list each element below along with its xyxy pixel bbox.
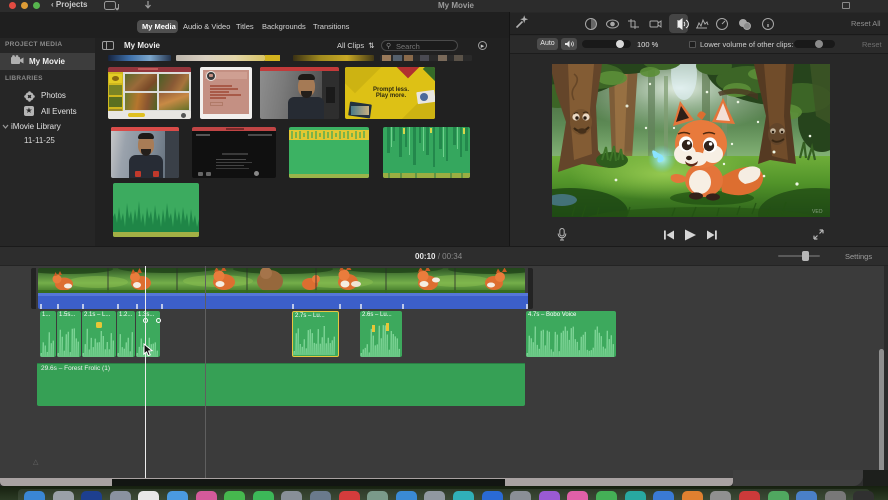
svg-text:VEO: VEO <box>812 209 823 215</box>
